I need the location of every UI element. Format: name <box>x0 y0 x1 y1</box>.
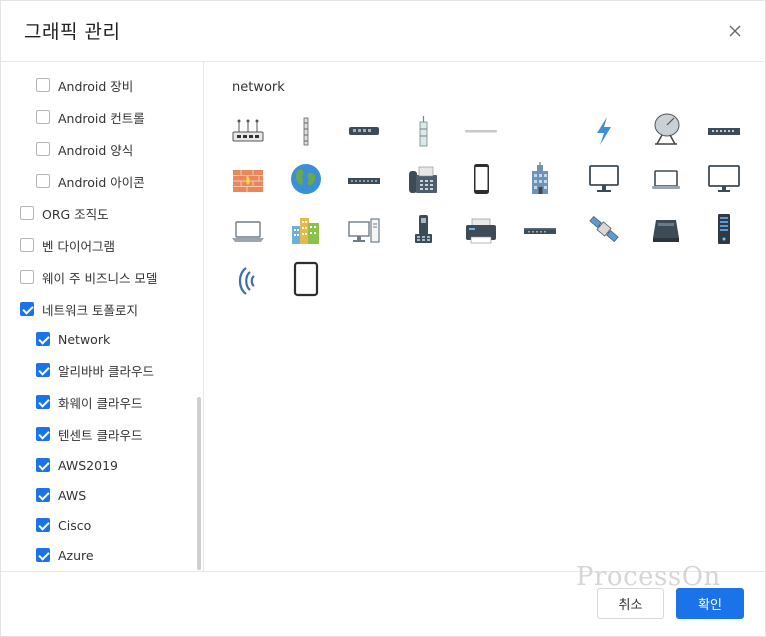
checkbox[interactable] <box>36 174 50 188</box>
confirm-button[interactable]: 확인 <box>676 588 744 619</box>
sidebar-item-network[interactable]: Network <box>36 328 110 350</box>
sidebar-item-label: 네트워크 토폴로지 <box>42 302 138 318</box>
sidebar-item-label: 텐센트 클라우드 <box>58 427 143 443</box>
server-tower-icon[interactable] <box>705 212 743 246</box>
sidebar-item-network-topology[interactable]: 네트워크 토폴로지 <box>20 298 138 320</box>
scrollbar-thumb[interactable] <box>197 397 201 570</box>
checkbox-checked[interactable] <box>36 458 50 472</box>
checkbox[interactable] <box>36 110 50 124</box>
rack-switch-icon[interactable] <box>345 164 383 198</box>
checkbox-checked[interactable] <box>36 427 50 441</box>
radio-tower-icon[interactable] <box>404 114 442 148</box>
city-buildings-icon[interactable] <box>287 212 325 246</box>
sidebar-item-venn-diagram[interactable]: 벤 다이어그램 <box>20 234 115 256</box>
globe-icon[interactable] <box>287 162 325 196</box>
graphic-management-dialog: 그래픽 관리 Android 장비 Android 컨트롤 Android 양식… <box>0 0 766 637</box>
category-title: network <box>232 80 285 95</box>
checkbox[interactable] <box>20 270 34 284</box>
sidebar-item-label: AWS2019 <box>58 457 118 473</box>
sidebar-item-label: ORG 조직도 <box>42 206 109 222</box>
checkbox[interactable] <box>20 238 34 252</box>
antenna-icon[interactable] <box>287 114 325 148</box>
sidebar-item-label: Android 장비 <box>58 78 134 94</box>
display-icon[interactable] <box>705 162 743 196</box>
fax-machine-icon[interactable] <box>404 162 442 196</box>
office-building-icon[interactable] <box>521 162 559 196</box>
checkbox[interactable] <box>20 206 34 220</box>
checkbox[interactable] <box>36 78 50 92</box>
firewall-icon[interactable] <box>229 164 267 198</box>
checkbox-checked[interactable] <box>36 548 50 562</box>
checkbox-checked[interactable] <box>36 518 50 532</box>
switch-icon[interactable] <box>345 114 383 148</box>
printer-icon[interactable] <box>462 214 500 248</box>
sidebar-item-label: Azure <box>58 547 94 563</box>
sidebar-item-aws[interactable]: AWS <box>36 484 86 506</box>
satellite-icon[interactable] <box>585 212 623 246</box>
sidebar-item-label: Cisco <box>58 517 92 533</box>
ip-phone-icon[interactable] <box>404 212 442 246</box>
router-icon[interactable] <box>229 114 267 148</box>
dialog-title: 그래픽 관리 <box>24 21 121 43</box>
sidebar-item-alibaba-cloud[interactable]: 알리바바 클라우드 <box>36 359 154 381</box>
notebook-icon[interactable] <box>229 214 267 248</box>
checkbox-checked[interactable] <box>36 395 50 409</box>
mobile-phone-icon[interactable] <box>462 162 500 196</box>
close-icon[interactable] <box>725 21 745 41</box>
sidebar-item-android-device[interactable]: Android 장비 <box>36 74 133 96</box>
sidebar-item-cisco[interactable]: Cisco <box>36 514 91 536</box>
laptop-icon[interactable] <box>647 162 685 196</box>
scanner-icon[interactable] <box>647 214 685 248</box>
sidebar-item-aws2019[interactable]: AWS2019 <box>36 454 118 476</box>
sidebar-item-label: 화웨이 클라우드 <box>58 395 143 411</box>
sidebar-item-business-model[interactable]: 웨이 주 비즈니스 모델 <box>20 266 157 288</box>
checkbox[interactable] <box>36 142 50 156</box>
sidebar-item-android-control[interactable]: Android 컨트롤 <box>36 106 145 128</box>
checkbox-checked[interactable] <box>36 332 50 346</box>
blank-icon[interactable] <box>521 114 559 148</box>
wireless-signal-icon[interactable] <box>229 264 267 298</box>
sidebar-item-azure[interactable]: Azure <box>36 544 94 566</box>
dialog-header: 그래픽 관리 <box>1 1 766 62</box>
shape-library-panel: network <box>205 62 766 571</box>
sidebar-item-label: Network <box>58 331 111 347</box>
sidebar-item-label: Android 컨트롤 <box>58 110 145 126</box>
sidebar-item-tencent-cloud[interactable]: 텐센트 클라우드 <box>36 423 142 445</box>
sidebar-item-label: 웨이 주 비즈니스 모델 <box>42 270 158 286</box>
sidebar-item-android-form[interactable]: Android 양식 <box>36 138 133 160</box>
sidebar-item-org-chart[interactable]: ORG 조직도 <box>20 202 109 224</box>
checkbox-checked[interactable] <box>36 363 50 377</box>
sidebar-item-label: 알리바바 클라우드 <box>58 363 154 379</box>
lightning-icon[interactable] <box>585 114 623 148</box>
category-sidebar[interactable]: Android 장비 Android 컨트롤 Android 양식 Androi… <box>1 62 204 571</box>
sidebar-item-label: AWS <box>58 487 87 503</box>
sidebar-item-android-icon[interactable]: Android 아이콘 <box>36 170 145 192</box>
checkbox-checked[interactable] <box>36 488 50 502</box>
sidebar-item-huawei-cloud[interactable]: 화웨이 클라우드 <box>36 391 142 413</box>
checkbox-checked[interactable] <box>20 302 34 316</box>
patch-panel-icon[interactable] <box>705 114 743 148</box>
rack-unit-icon[interactable] <box>521 214 559 248</box>
monitor-icon[interactable] <box>585 162 623 196</box>
tablet-icon[interactable] <box>287 261 325 297</box>
sidebar-item-label: Android 양식 <box>58 142 134 158</box>
desktop-computer-icon[interactable] <box>345 214 383 248</box>
cable-icon[interactable] <box>462 114 500 148</box>
cancel-button[interactable]: 취소 <box>597 588 664 619</box>
sidebar-item-label: Android 아이콘 <box>58 174 145 190</box>
scrollbar[interactable] <box>197 397 202 570</box>
sidebar-item-label: 벤 다이어그램 <box>42 238 115 254</box>
satellite-dish-icon[interactable] <box>647 112 685 146</box>
